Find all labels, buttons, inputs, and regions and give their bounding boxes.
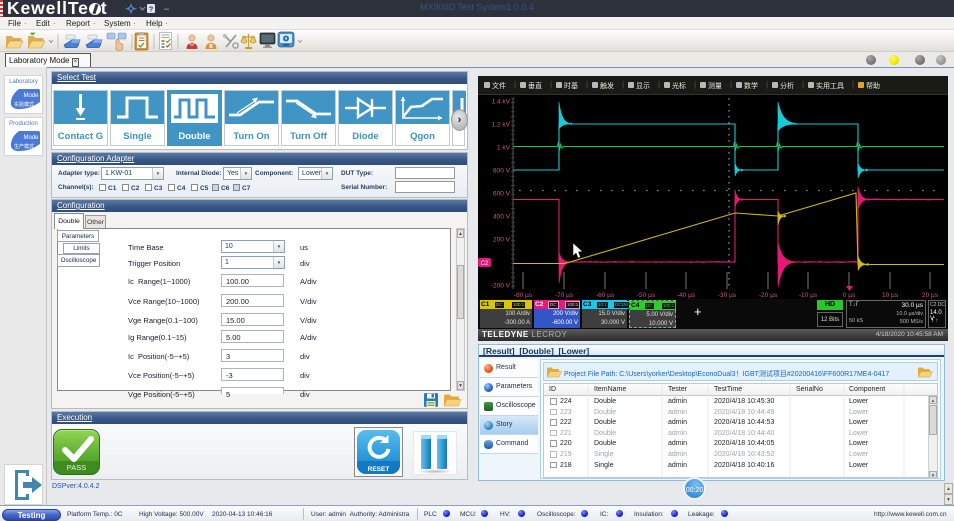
svg-text:1 kV: 1 kV xyxy=(497,145,511,152)
svg-text:-40 µs: -40 µs xyxy=(677,292,696,299)
svg-text:400 V: 400 V xyxy=(493,214,511,221)
svg-text:Mode: Mode xyxy=(23,135,39,141)
svg-text:-20 µs: -20 µs xyxy=(759,292,778,299)
svg-text:-70 µs: -70 µs xyxy=(555,292,574,299)
svg-text:0 µs: 0 µs xyxy=(843,292,856,299)
svg-text:实验模式: 实验模式 xyxy=(14,101,34,108)
svg-text:1.2 kV: 1.2 kV xyxy=(492,122,511,129)
svg-text:生产模式: 生产模式 xyxy=(14,143,34,150)
svg-text:-50 µs: -50 µs xyxy=(637,292,656,299)
svg-text:1.4 kV: 1.4 kV xyxy=(492,99,511,106)
svg-text:800 V: 800 V xyxy=(493,168,511,175)
svg-text:-30 µs: -30 µs xyxy=(718,292,737,299)
svg-text:10 µs: 10 µs xyxy=(882,292,899,299)
svg-text:600 V: 600 V xyxy=(493,191,511,198)
svg-text:-80 µs: -80 µs xyxy=(514,292,533,299)
svg-text:?: ? xyxy=(149,5,154,14)
svg-text:-60 µs: -60 µs xyxy=(596,292,615,299)
svg-text:20 µs: 20 µs xyxy=(922,292,939,299)
svg-text:200 V: 200 V xyxy=(493,237,511,244)
svg-text:-10 µs: -10 µs xyxy=(799,292,818,299)
svg-text:C2: C2 xyxy=(481,261,489,267)
svg-text:-200 V: -200 V xyxy=(491,283,511,290)
svg-text:Mode: Mode xyxy=(23,93,39,99)
